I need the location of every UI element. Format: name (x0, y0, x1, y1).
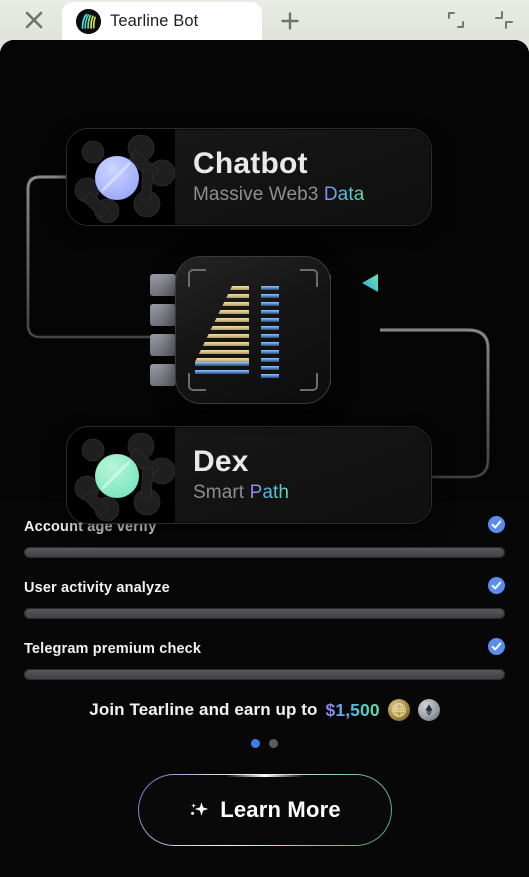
app-viewport: Chatbot Massive Web3 Data Dex Smart Path… (0, 40, 529, 877)
subtitle-plain: Massive Web3 (193, 183, 319, 205)
flow-card-dex[interactable]: Dex Smart Path (66, 426, 432, 524)
chip-pin (150, 304, 176, 326)
play-triangle-icon (362, 274, 378, 292)
flow-card-title: Chatbot (193, 147, 308, 181)
new-tab-button[interactable] (262, 2, 318, 40)
flow-card-text: Dex Smart Path (175, 446, 289, 504)
learn-more-button[interactable]: Learn More (138, 774, 392, 846)
network-nodes-blue-sphere-icon (67, 129, 175, 225)
cta-container: Learn More (24, 774, 505, 846)
tab-strip: Tearline Bot (62, 0, 318, 40)
window-controls (437, 0, 523, 40)
tab-title: Tearline Bot (110, 11, 199, 30)
ai-chip[interactable] (150, 256, 380, 404)
gold-coin-icon (387, 699, 410, 721)
subtitle-accent: Path (249, 481, 290, 503)
subtitle-accent: Data (323, 183, 365, 205)
tearline-logo-icon (76, 8, 101, 34)
network-nodes-green-sphere-icon (67, 427, 175, 523)
task-item: User activity analyze (24, 577, 505, 619)
collapse-window-icon (495, 11, 513, 29)
chip-pin (150, 364, 176, 386)
chip-pin (150, 274, 176, 296)
flow-card-title: Dex (193, 445, 249, 479)
expand-window-icon (448, 12, 464, 28)
task-list: Account age verify User activity analyze (0, 502, 529, 846)
promo-amount: $1,500 (325, 699, 380, 720)
task-label: Telegram premium check (24, 641, 202, 657)
carousel-dot-1[interactable] (251, 739, 260, 748)
ai-letters-icon (195, 286, 279, 378)
task-item: Telegram premium check (24, 638, 505, 680)
tab-tearline-bot[interactable]: Tearline Bot (62, 2, 262, 40)
flow-card-text: Chatbot Massive Web3 Data (175, 148, 364, 206)
collapse-window-button[interactable] (485, 1, 523, 39)
plus-icon (281, 12, 299, 30)
check-circle-icon (488, 638, 505, 660)
learn-more-label: Learn More (220, 797, 341, 822)
task-progress-bar (24, 669, 505, 680)
sparkle-icon (191, 802, 209, 816)
carousel-dot-2[interactable] (269, 739, 278, 748)
subtitle-plain: Smart (193, 481, 245, 503)
check-circle-icon (488, 516, 505, 538)
promo-banner: Join Tearline and earn up to $1,500 (24, 699, 505, 748)
browser-chrome: Tearline Bot (0, 0, 529, 40)
promo-line: Join Tearline and earn up to $1,500 (24, 699, 505, 721)
flow-card-chatbot[interactable]: Chatbot Massive Web3 Data (66, 128, 432, 226)
close-button[interactable] (8, 2, 60, 38)
carousel-dots[interactable] (24, 739, 505, 748)
flow-diagram: Chatbot Massive Web3 Data Dex Smart Path (0, 40, 529, 524)
silver-coin-icon (417, 699, 440, 721)
button-top-highlight (225, 775, 304, 777)
close-icon (25, 11, 43, 29)
check-circle-icon (488, 577, 505, 599)
chip-pin (150, 334, 176, 356)
promo-text: Join Tearline and earn up to (89, 700, 318, 719)
task-progress-bar (24, 608, 505, 619)
task-label: User activity analyze (24, 580, 170, 596)
task-progress-bar (24, 547, 505, 558)
flow-card-subtitle: Massive Web3 Data (193, 184, 364, 206)
chip-pins-left (150, 274, 176, 386)
expand-window-button[interactable] (437, 1, 475, 39)
flow-card-subtitle: Smart Path (193, 482, 289, 504)
